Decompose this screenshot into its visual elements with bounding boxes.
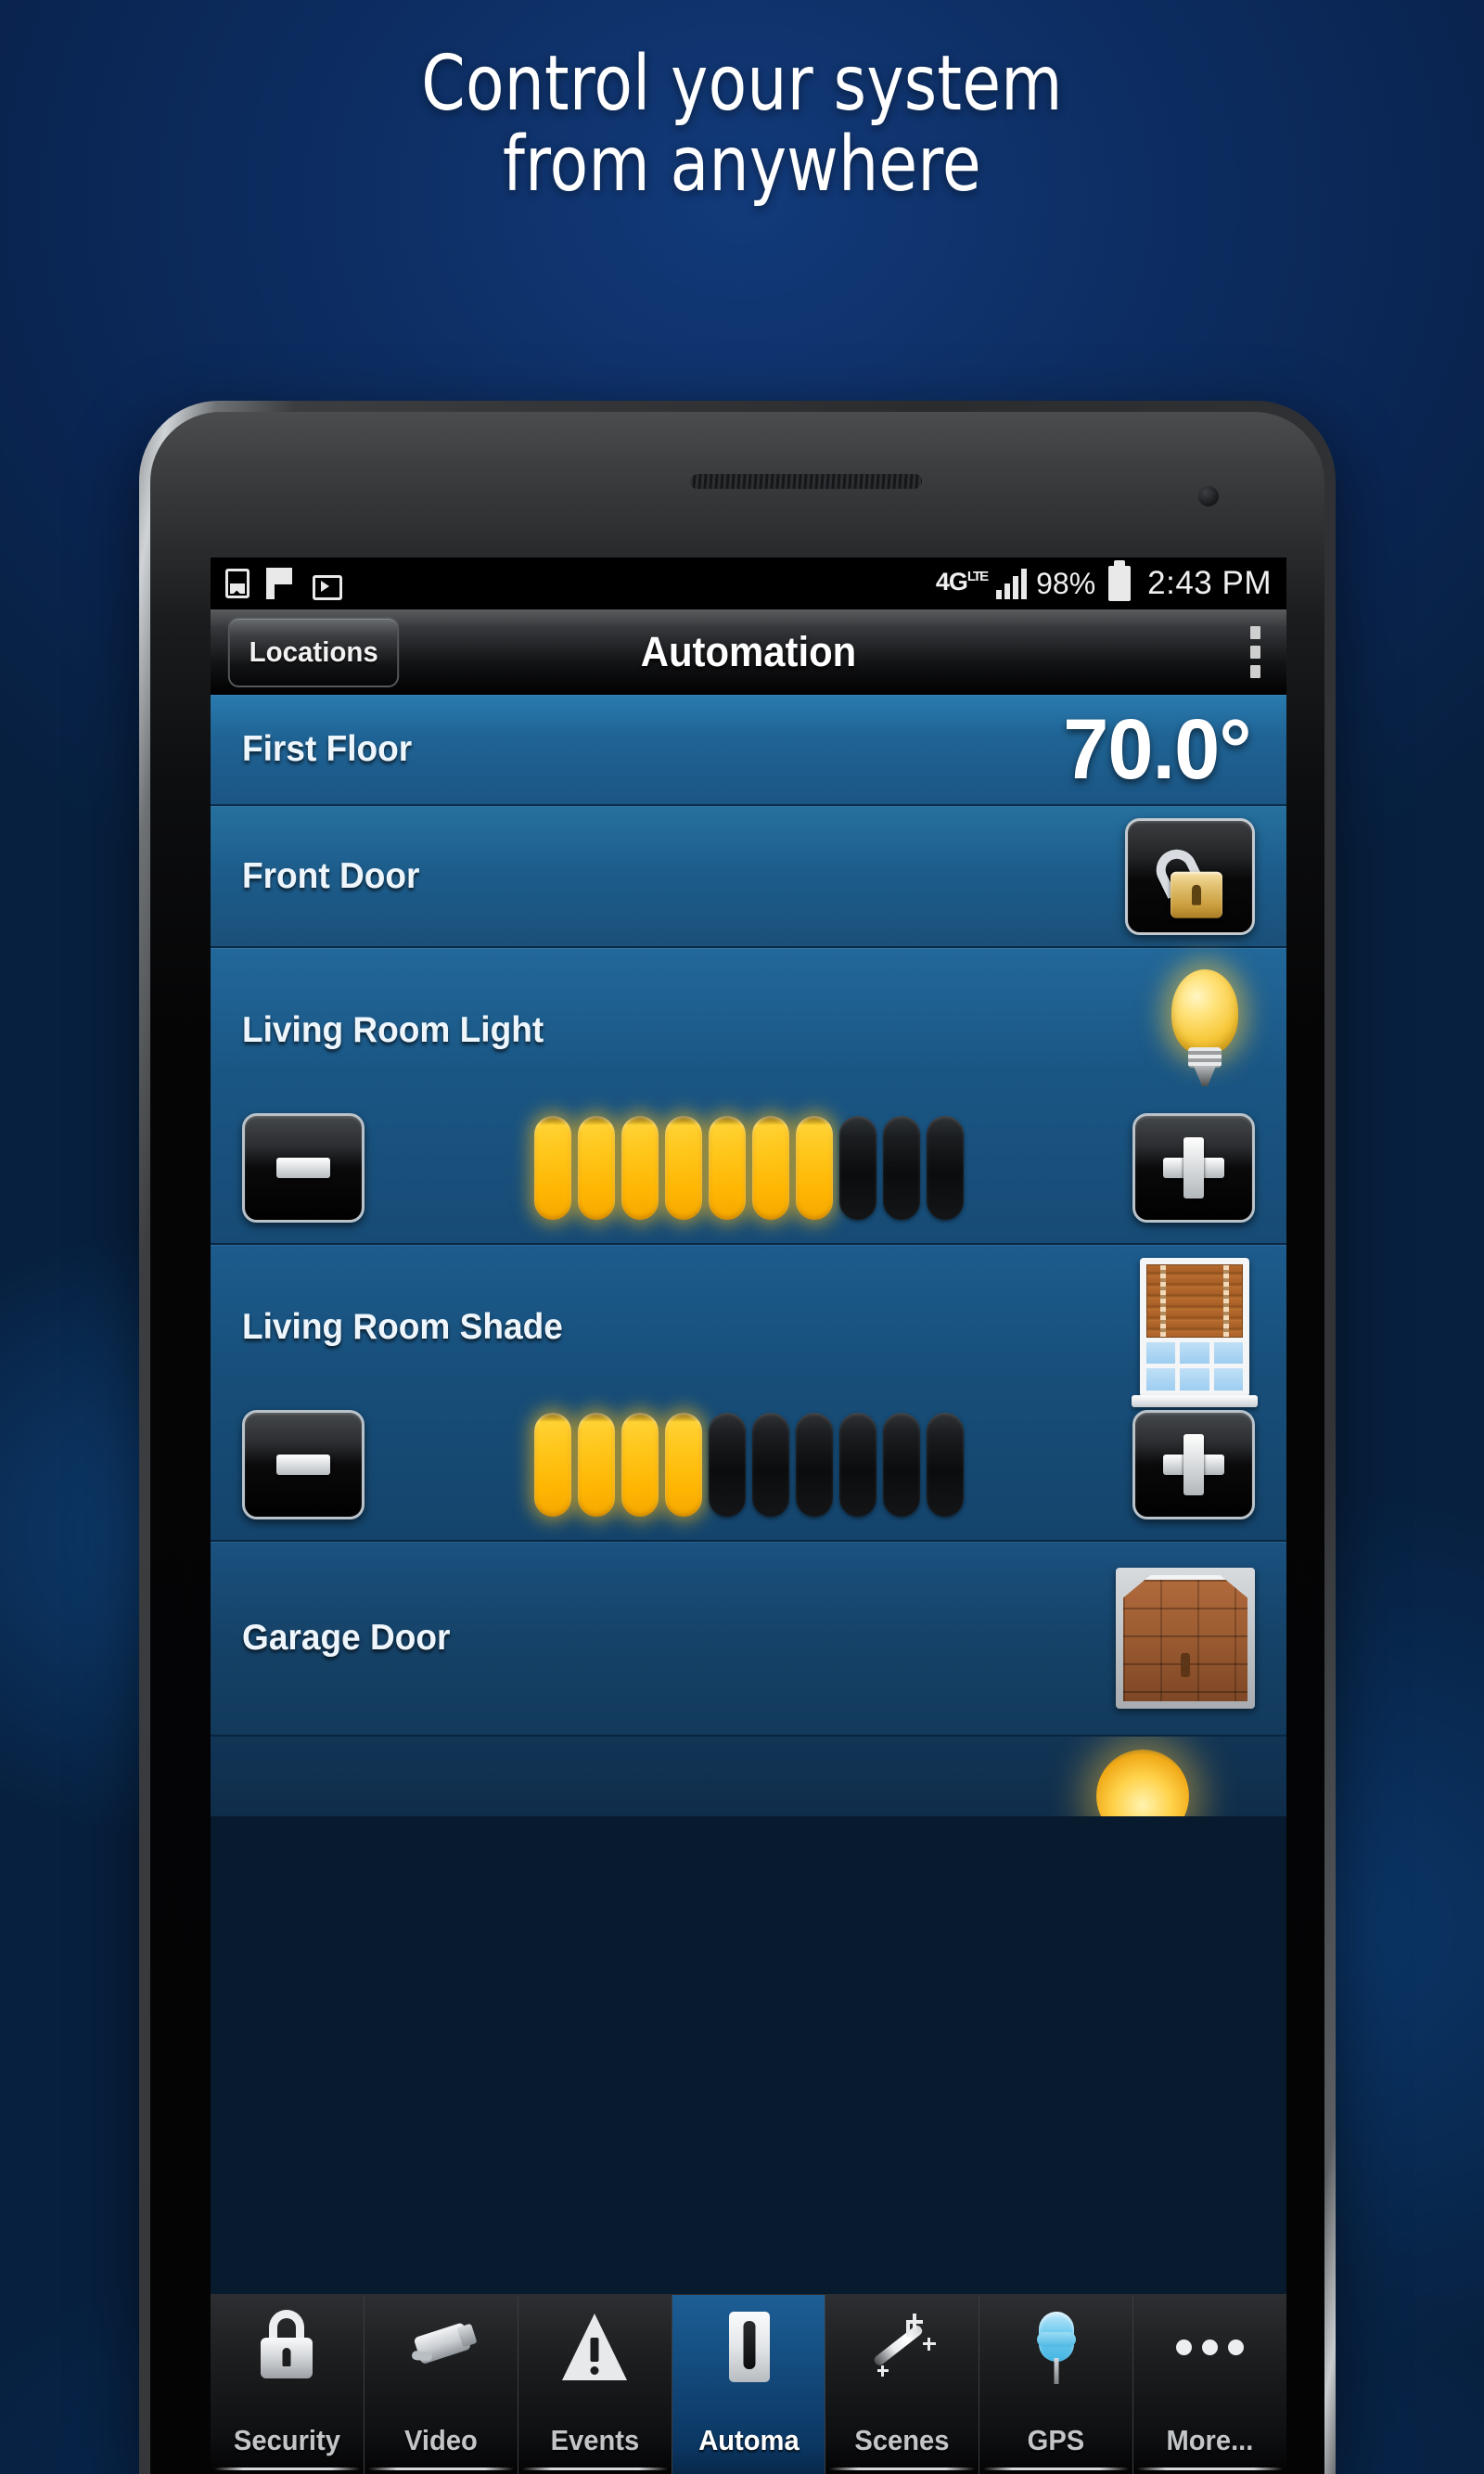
- row-label-first-floor: First Floor: [242, 729, 413, 769]
- row-label-living-room-light: Living Room Light: [242, 1010, 544, 1050]
- camera-icon: [394, 2299, 487, 2395]
- tab-label: Events: [550, 2424, 639, 2456]
- next-row-preview: [211, 1737, 1286, 1816]
- row-label-living-room-shade: Living Room Shade: [242, 1307, 563, 1347]
- overflow-menu-icon[interactable]: [1250, 626, 1260, 678]
- light-decrease-button[interactable]: [242, 1113, 365, 1223]
- phone-bezel: 4GLTE 98% 2:43 PM Locations Automation F: [150, 412, 1324, 2474]
- page-headline: Control your system from anywhere: [59, 40, 1425, 209]
- action-bar: Locations Automation: [211, 609, 1286, 695]
- tab-security[interactable]: Security: [211, 2295, 365, 2474]
- shade-dimmer-slider[interactable]: [242, 1410, 1255, 1532]
- dimmer-header-shade: Living Room Shade: [242, 1245, 1258, 1410]
- table-row[interactable]: Garage Door: [211, 1542, 1286, 1737]
- tab-label: More...: [1166, 2424, 1254, 2456]
- light-switch-icon: [712, 2308, 785, 2386]
- phone-screen: 4GLTE 98% 2:43 PM Locations Automation F: [211, 558, 1286, 2474]
- bottom-tab-bar: Security Video Events Automa Scenes GPS …: [211, 2294, 1286, 2474]
- row-label-garage-door: Garage Door: [242, 1618, 451, 1658]
- table-row[interactable]: Living Room Light: [211, 948, 1286, 1245]
- light-level-segments[interactable]: [365, 1116, 1132, 1220]
- front-door-lock-button[interactable]: [1125, 817, 1255, 935]
- shade-level-segments[interactable]: [365, 1413, 1132, 1517]
- gallery-icon: [225, 569, 249, 598]
- shade-decrease-button[interactable]: [242, 1410, 365, 1519]
- flag-icon: [266, 568, 292, 599]
- tab-more[interactable]: More...: [1133, 2295, 1286, 2474]
- row-label-front-door: Front Door: [242, 855, 420, 896]
- thermostat-temperature: 70.0°: [1063, 702, 1251, 797]
- phone-device-frame: 4GLTE 98% 2:43 PM Locations Automation F: [139, 401, 1336, 2474]
- battery-icon: [1108, 560, 1132, 601]
- table-row[interactable]: Living Room Shade: [211, 1245, 1286, 1542]
- lightbulb-icon: [1160, 969, 1249, 1092]
- table-row[interactable]: First Floor 70.0°: [211, 695, 1286, 806]
- map-pin-icon: [1020, 2308, 1093, 2386]
- status-bar-clock: 2:43 PM: [1147, 565, 1272, 601]
- light-dimmer-slider[interactable]: [242, 1113, 1255, 1236]
- light-increase-button[interactable]: [1132, 1113, 1255, 1223]
- tab-label: Security: [233, 2424, 340, 2456]
- headline-line-2: from anywhere: [503, 120, 981, 209]
- ellipsis-icon: [1174, 2308, 1247, 2386]
- device-list: First Floor 70.0° Front Door Living Room…: [211, 695, 1286, 1816]
- tab-automation[interactable]: Automa: [672, 2295, 826, 2474]
- status-bar-left-icons: [225, 568, 342, 600]
- status-bar-right-icons: 4GLTE 98% 2:43 PM: [935, 560, 1272, 602]
- earpiece-speaker: [689, 473, 923, 489]
- tab-label: Automa: [697, 2424, 800, 2456]
- shade-increase-button[interactable]: [1132, 1410, 1255, 1519]
- signal-bars-icon: [996, 568, 1028, 599]
- padlock-icon: [250, 2308, 323, 2386]
- warning-triangle-icon: [558, 2308, 631, 2386]
- network-type-label: 4GLTE: [935, 567, 989, 596]
- outdoor-light-icon: [1096, 1750, 1189, 1816]
- tab-scenes[interactable]: Scenes: [825, 2295, 980, 2474]
- tab-label: Scenes: [854, 2424, 950, 2456]
- unlocked-padlock-icon: [1149, 838, 1224, 918]
- window-blinds-icon: [1132, 1258, 1258, 1407]
- dimmer-header-light: Living Room Light: [242, 948, 1255, 1113]
- battery-percent-label: 98%: [1036, 566, 1096, 600]
- table-row[interactable]: Front Door: [211, 806, 1286, 948]
- tab-label: GPS: [1027, 2424, 1085, 2456]
- magic-wand-icon: [866, 2308, 939, 2386]
- status-bar: 4GLTE 98% 2:43 PM: [211, 558, 1286, 609]
- headline-line-1: Control your system: [421, 40, 1063, 128]
- page-title: Automation: [640, 628, 857, 675]
- tab-video[interactable]: Video: [364, 2295, 518, 2474]
- tab-label: Video: [403, 2424, 478, 2456]
- garage-door-icon[interactable]: [1116, 1568, 1255, 1709]
- front-camera-icon: [1198, 486, 1220, 507]
- media-icon: [309, 570, 342, 600]
- tab-gps[interactable]: GPS: [979, 2295, 1134, 2474]
- tab-events[interactable]: Events: [518, 2295, 672, 2474]
